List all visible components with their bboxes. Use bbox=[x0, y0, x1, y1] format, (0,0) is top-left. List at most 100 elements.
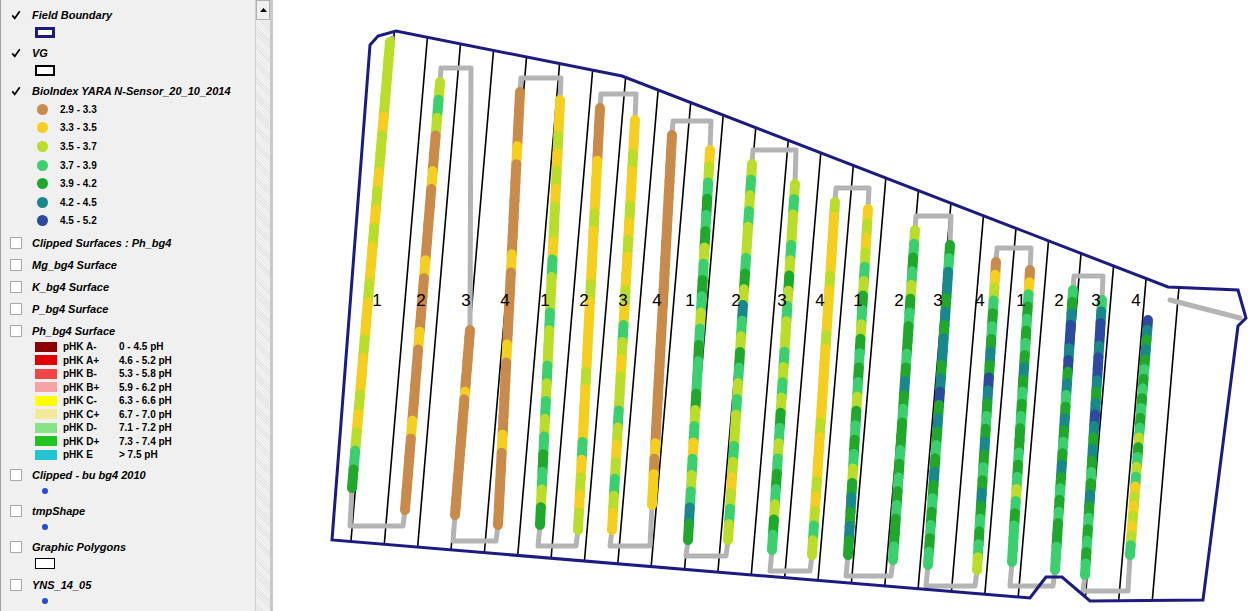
layer-checkbox[interactable] bbox=[10, 541, 22, 553]
class-code: pHK B- bbox=[63, 368, 107, 379]
legend-class: pHK A-0 - 4.5 pH bbox=[1, 340, 255, 354]
headland-track bbox=[520, 78, 561, 100]
layer-swatch-row bbox=[1, 24, 255, 40]
sensor-track[interactable] bbox=[1012, 270, 1030, 562]
sensor-reading bbox=[767, 535, 778, 550]
layer-checkbox[interactable] bbox=[10, 259, 22, 271]
sensor-track[interactable] bbox=[1085, 300, 1102, 575]
sensor-track[interactable] bbox=[578, 108, 600, 530]
layer-checkbox[interactable] bbox=[10, 281, 22, 293]
sensor-track[interactable] bbox=[728, 164, 752, 540]
strip-label: 3 bbox=[1091, 291, 1100, 310]
scroll-up-button[interactable] bbox=[256, 0, 270, 20]
layer-item: VG bbox=[1, 44, 255, 78]
legend-class: 2.9 - 3.3 bbox=[1, 100, 255, 119]
sensor-reading bbox=[807, 540, 818, 555]
point-swatch bbox=[42, 524, 48, 530]
layer-title-row[interactable]: Clipped - bu bg4 2010 bbox=[1, 466, 255, 484]
strip-label: 3 bbox=[461, 291, 470, 310]
sensor-reading bbox=[888, 546, 899, 560]
layer-checkbox[interactable] bbox=[10, 47, 22, 59]
class-label: 3.5 - 3.7 bbox=[60, 141, 97, 152]
layer-checkbox[interactable] bbox=[10, 85, 22, 97]
vg-line bbox=[916, 0, 968, 611]
strip-label: 4 bbox=[500, 291, 509, 310]
sensor-track[interactable] bbox=[612, 120, 635, 530]
sensor-track[interactable] bbox=[1130, 320, 1148, 555]
class-label: 3.3 - 3.5 bbox=[60, 122, 97, 133]
layer-title-row[interactable]: Ph_bg4 Surface bbox=[1, 322, 255, 340]
sensor-track[interactable] bbox=[498, 92, 520, 525]
layer-title-row[interactable]: Field Boundary bbox=[1, 6, 255, 24]
layer-title-row[interactable]: P_bg4 Surface bbox=[1, 300, 255, 318]
panel-scrollbar[interactable] bbox=[255, 0, 270, 611]
layer-title-row[interactable]: K_bg4 Surface bbox=[1, 278, 255, 296]
layer-title-row[interactable]: Clipped Surfaces : Ph_bg4 bbox=[1, 234, 255, 252]
strip-label: 4 bbox=[815, 291, 824, 310]
field-map[interactable]: 12341234123412341234 bbox=[273, 0, 1254, 611]
vg-line bbox=[849, 0, 901, 611]
sensor-track[interactable] bbox=[455, 330, 470, 515]
sensor-reading bbox=[1080, 564, 1091, 575]
layer-checkbox[interactable] bbox=[10, 237, 22, 249]
layer-checkbox[interactable] bbox=[10, 505, 22, 517]
sensor-reading bbox=[450, 507, 461, 515]
layer-title-row[interactable]: Graphic Polygons bbox=[1, 538, 255, 556]
layer-checkbox[interactable] bbox=[10, 325, 22, 337]
layer-title-row[interactable]: Mg_bg4 Surface bbox=[1, 256, 255, 274]
sensor-track[interactable] bbox=[1055, 290, 1073, 570]
sensor-track[interactable] bbox=[540, 100, 560, 525]
outline-swatch bbox=[35, 27, 55, 38]
class-swatch bbox=[35, 409, 57, 419]
layer-item: tmpShape bbox=[1, 502, 255, 534]
sensor-track[interactable] bbox=[405, 82, 440, 510]
check-icon bbox=[11, 85, 21, 97]
layer-name: Field Boundary bbox=[32, 9, 112, 21]
vg-line bbox=[715, 0, 767, 611]
layer-item: Clipped Surfaces : Ph_bg4 bbox=[1, 234, 255, 252]
strip-label: 1 bbox=[540, 291, 549, 310]
legend-class: pHK B+5.9 - 6.2 pH bbox=[1, 381, 255, 395]
layer-title-row[interactable]: YNS_14_05 bbox=[1, 576, 255, 594]
layer-title-row[interactable]: tmpShape bbox=[1, 502, 255, 520]
strip-label: 1 bbox=[685, 291, 694, 310]
legend-class: pHK A+4.6 - 5.2 pH bbox=[1, 354, 255, 368]
sensor-track[interactable] bbox=[352, 42, 390, 488]
sensor-track[interactable] bbox=[928, 245, 950, 565]
class-range: 5.3 - 5.8 pH bbox=[119, 368, 172, 379]
vg-line bbox=[1017, 0, 1069, 611]
layer-item: Clipped - bu bg4 2010 bbox=[1, 466, 255, 498]
layer-item: K_bg4 Surface bbox=[1, 278, 255, 296]
sensor-track[interactable] bbox=[812, 202, 835, 555]
sensor-reading bbox=[683, 524, 694, 540]
class-range: > 7.5 pH bbox=[119, 449, 158, 460]
class-range: 5.9 - 6.2 pH bbox=[119, 382, 172, 393]
sensor-track[interactable] bbox=[893, 230, 915, 560]
vg-lines bbox=[345, 0, 1203, 611]
sensor-track[interactable] bbox=[688, 150, 710, 540]
sensor-track[interactable] bbox=[772, 184, 795, 550]
sensor-track[interactable] bbox=[848, 209, 868, 555]
sensor-track[interactable] bbox=[652, 135, 672, 505]
vg-line bbox=[748, 0, 800, 611]
class-code: pHK C- bbox=[63, 395, 107, 406]
class-range: 0 - 4.5 pH bbox=[119, 341, 163, 352]
layer-name: YNS_14_05 bbox=[32, 579, 91, 591]
class-swatch bbox=[35, 396, 57, 406]
sensor-reading bbox=[493, 507, 504, 525]
layer-name: Graphic Polygons bbox=[32, 541, 126, 553]
legend-class: 3.3 - 3.5 bbox=[1, 119, 255, 138]
class-range: 6.3 - 6.6 pH bbox=[119, 395, 172, 406]
layer-checkbox[interactable] bbox=[10, 469, 22, 481]
class-dot bbox=[37, 160, 48, 171]
map-view[interactable]: 12341234123412341234 bbox=[273, 0, 1254, 611]
layer-checkbox[interactable] bbox=[10, 9, 22, 21]
layer-title-row[interactable]: VG bbox=[1, 44, 255, 62]
layer-checkbox[interactable] bbox=[10, 579, 22, 591]
class-code: pHK A+ bbox=[63, 355, 107, 366]
layer-checkbox[interactable] bbox=[10, 303, 22, 315]
headland-tracks bbox=[350, 38, 1240, 591]
layer-title-row[interactable]: BioIndex YARA N-Sensor_20_10_2014 bbox=[1, 82, 255, 100]
class-swatch bbox=[35, 382, 57, 392]
strip-label: 1 bbox=[372, 291, 381, 310]
